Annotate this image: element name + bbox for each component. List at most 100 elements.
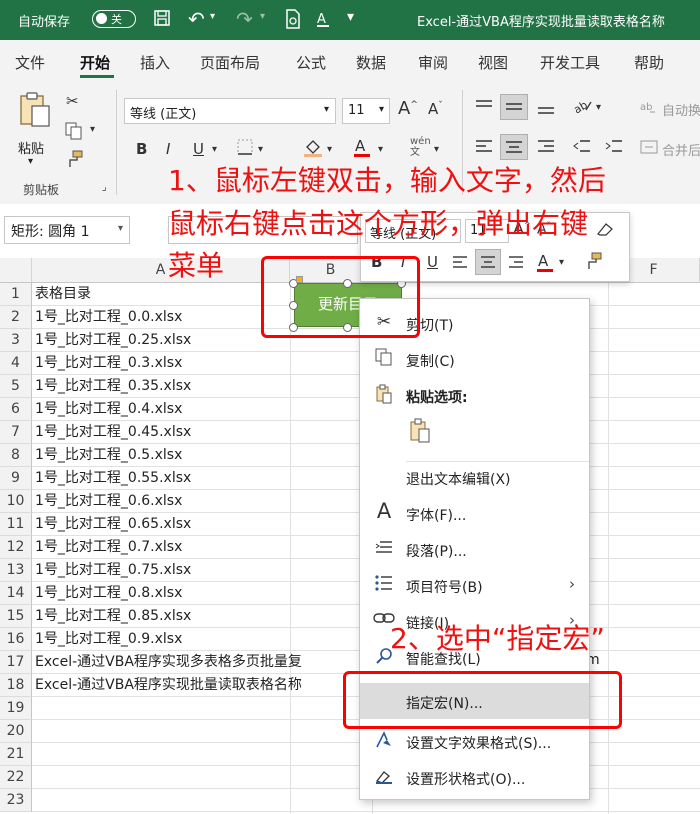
row-header[interactable]: 20 [0,720,32,743]
cell-a[interactable]: 1号_比对工程_0.3.xlsx [35,352,182,375]
row-header[interactable]: 2 [0,306,32,329]
print-preview-icon[interactable] [284,9,302,34]
clipboard-launcher-icon[interactable]: ⌟ [102,182,107,193]
align-center-button[interactable] [500,134,528,160]
menu-item-font[interactable]: A 字体(F)... [360,495,589,531]
cell-a[interactable]: 1号_比对工程_0.9.xlsx [35,628,182,651]
wrap-text-icon[interactable]: ab [640,98,658,120]
align-middle-button[interactable] [500,94,528,120]
cut-icon[interactable]: ✂ [66,92,79,110]
phonetic-dropdown-icon[interactable]: ▾ [434,144,439,155]
decrease-font-size-icon[interactable]: Aˇ [428,100,443,118]
mini-format-painter-icon[interactable] [583,251,603,275]
row-header[interactable]: 16 [0,628,32,651]
cell-a[interactable]: 1号_比对工程_0.65.xlsx [35,513,191,536]
row-header[interactable]: 11 [0,513,32,536]
copy-icon[interactable] [64,122,84,144]
align-right-icon[interactable] [536,138,556,160]
tab-developer[interactable]: 开发工具 [540,52,600,73]
decrease-indent-icon[interactable] [572,138,592,160]
autosave-toggle[interactable]: 关 [92,10,136,28]
align-bottom-icon[interactable] [536,98,556,120]
borders-dropdown-icon[interactable]: ▾ [258,144,263,155]
font-color-dropdown-icon[interactable]: ▾ [378,144,383,155]
font-color-icon[interactable]: A [352,136,372,162]
row-header[interactable]: 9 [0,467,32,490]
cell-a[interactable]: 1号_比对工程_0.45.xlsx [35,421,191,444]
orientation-icon[interactable]: ab [571,96,594,120]
tab-insert[interactable]: 插入 [140,52,170,73]
row-header[interactable]: 3 [0,329,32,352]
row-header[interactable]: 17 [0,651,32,674]
fill-color-icon[interactable] [302,136,324,162]
cell-a[interactable]: Excel-通过VBA程序实现多表格多页批量复 [35,651,302,674]
select-all-corner[interactable] [0,258,32,283]
tab-review[interactable]: 审阅 [418,52,448,73]
menu-item-paragraph[interactable]: 段落(P)... [360,531,589,567]
undo-dropdown-icon[interactable]: ▾ [210,11,215,22]
tab-view[interactable]: 视图 [478,52,508,73]
tab-data[interactable]: 数据 [356,52,386,73]
row-header[interactable]: 7 [0,421,32,444]
cell-a[interactable]: 1号_比对工程_0.6.xlsx [35,490,182,513]
tab-help[interactable]: 帮助 [634,52,664,73]
cell-a[interactable]: 1号_比对工程_0.75.xlsx [35,559,191,582]
row-header[interactable]: 21 [0,743,32,766]
mini-font-color-dropdown-icon[interactable]: ▾ [559,257,564,268]
redo-dropdown-icon[interactable]: ▾ [260,11,265,22]
align-left-icon[interactable] [474,138,494,160]
row-header[interactable]: 23 [0,789,32,812]
borders-icon[interactable] [236,138,254,160]
mini-underline-icon[interactable]: U [427,253,438,271]
cell-a[interactable]: 1号_比对工程_0.5.xlsx [35,444,182,467]
cell-a[interactable]: 1号_比对工程_0.7.xlsx [35,536,182,559]
tab-formulas[interactable]: 公式 [296,52,326,73]
mini-align-left-icon[interactable] [451,253,469,275]
font-name-box[interactable]: 等线 (正文) ▾ [124,98,336,124]
row-header[interactable]: 12 [0,536,32,559]
bold-icon[interactable]: B [136,140,147,158]
redo-icon[interactable]: ↷ [236,7,253,31]
paste-button[interactable]: 粘贴 ▾ [14,90,54,168]
merge-center-icon[interactable] [640,138,658,160]
mini-clear-format-icon[interactable] [595,219,615,243]
menu-item-shape-format[interactable]: 设置形状格式(O)... [360,759,589,795]
cell-a[interactable]: 1号_比对工程_0.4.xlsx [35,398,182,421]
tab-file[interactable]: 文件 [15,52,45,73]
wrap-text-label[interactable]: 自动换 [662,100,700,119]
format-painter-icon[interactable] [64,150,84,172]
menu-item-bullets[interactable]: 项目符号(B) › [360,567,589,603]
cell-a[interactable]: 1号_比对工程_0.0.xlsx [35,306,182,329]
cell-a[interactable]: Excel-通过VBA程序实现批量读取表格名称 [35,674,302,697]
cell-a[interactable]: 1号_比对工程_0.35.xlsx [35,375,191,398]
cell-a[interactable]: 1号_比对工程_0.25.xlsx [35,329,191,352]
font-color-qat-icon[interactable]: A [315,9,335,34]
row-header[interactable]: 6 [0,398,32,421]
tab-page-layout[interactable]: 页面布局 [200,52,260,73]
undo-icon[interactable]: ↶ [188,7,205,31]
cell-a[interactable]: 表格目录 [35,283,91,306]
orientation-dropdown-icon[interactable]: ▾ [596,102,601,113]
underline-dropdown-icon[interactable]: ▾ [212,144,217,155]
row-header[interactable]: 4 [0,352,32,375]
row-header[interactable]: 19 [0,697,32,720]
save-icon[interactable] [153,9,171,32]
cell-a[interactable]: 1号_比对工程_0.8.xlsx [35,582,182,605]
customize-qat-icon[interactable]: ▾ [347,9,354,25]
row-header[interactable]: 13 [0,559,32,582]
merge-center-label[interactable]: 合并后 [662,140,700,159]
row-header[interactable]: 5 [0,375,32,398]
row-header[interactable]: 15 [0,605,32,628]
column-header-a[interactable]: A [32,258,290,283]
mini-font-color-icon[interactable]: A [535,251,555,277]
copy-dropdown-icon[interactable]: ▾ [90,124,95,135]
row-header[interactable]: 18 [0,674,32,697]
tab-home[interactable]: 开始 [80,52,110,73]
row-header[interactable]: 22 [0,766,32,789]
cell-a[interactable]: 1号_比对工程_0.55.xlsx [35,467,191,490]
mini-align-center-button[interactable] [475,249,501,275]
row-header[interactable]: 1 [0,283,32,306]
underline-icon[interactable]: U [193,140,204,158]
row-header[interactable]: 14 [0,582,32,605]
increase-indent-icon[interactable] [604,138,624,160]
